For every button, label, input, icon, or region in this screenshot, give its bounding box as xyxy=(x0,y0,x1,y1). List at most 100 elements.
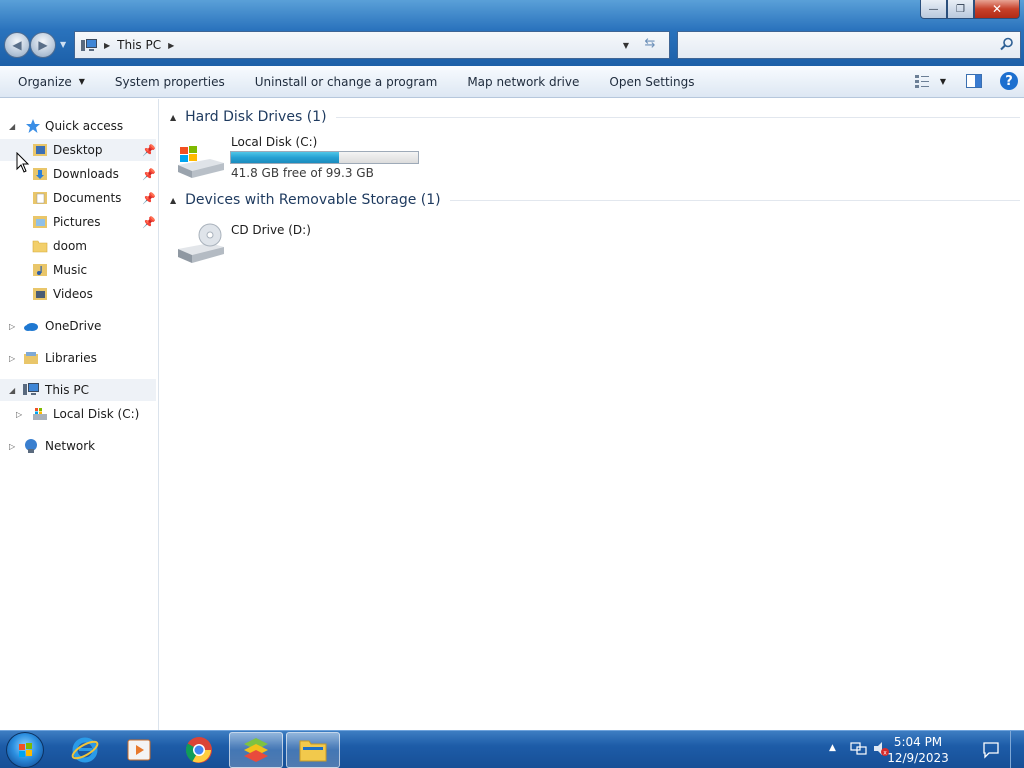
nav-label: Documents xyxy=(53,191,122,205)
uninstall-program-button[interactable]: Uninstall or change a program xyxy=(240,75,453,89)
divider xyxy=(449,199,1020,201)
start-button[interactable] xyxy=(6,732,44,768)
organize-menu-button[interactable]: Organize ▼ xyxy=(0,75,100,89)
view-controls: ▼ ? xyxy=(914,72,1018,90)
recent-locations-dropdown[interactable]: ▼ xyxy=(60,40,66,49)
divider xyxy=(335,116,1020,118)
nav-item-videos[interactable]: Videos xyxy=(0,283,156,305)
expand-arrow-icon[interactable]: ▷ xyxy=(9,354,15,363)
search-icon[interactable] xyxy=(1000,37,1014,51)
close-button[interactable]: ✕ xyxy=(974,0,1020,19)
collapse-group-icon[interactable]: ▲ xyxy=(170,196,176,205)
taskbar: ▲ x 5:04 PM 12/9/2023 xyxy=(0,730,1024,768)
network-icon xyxy=(25,439,37,453)
nav-item-quick-access[interactable]: ◢ Quick access xyxy=(0,115,156,137)
group-title: Hard Disk Drives (1) xyxy=(185,109,327,125)
music-folder-icon xyxy=(33,264,47,276)
nav-label: Music xyxy=(53,263,88,277)
pin-icon[interactable]: 📌 xyxy=(142,144,156,157)
nav-item-network[interactable]: ▷ Network xyxy=(0,435,156,457)
nav-label: Downloads xyxy=(53,167,119,181)
taskbar-file-explorer[interactable] xyxy=(286,732,340,768)
cloud-icon xyxy=(24,323,38,331)
drive-name: CD Drive (D:) xyxy=(231,223,311,237)
address-bar[interactable]: ▶ This PC ▶ ▼ ⇆ xyxy=(74,31,670,59)
nav-label: Desktop xyxy=(53,143,103,157)
bluestacks-icon xyxy=(244,738,268,762)
computer-icon xyxy=(81,38,97,51)
taskbar-internet-explorer[interactable] xyxy=(58,732,112,768)
taskbar-bluestacks[interactable] xyxy=(229,732,283,768)
help-icon[interactable]: ? xyxy=(1000,72,1018,90)
nav-label: doom xyxy=(53,239,87,253)
collapse-group-icon[interactable]: ▲ xyxy=(170,113,176,122)
expand-arrow-icon[interactable]: ▷ xyxy=(16,410,22,419)
show-hidden-icons-icon[interactable]: ▲ xyxy=(829,743,836,753)
nav-label: Local Disk (C:) xyxy=(53,407,140,421)
forward-button[interactable]: ▶ xyxy=(30,32,56,58)
nav-item-this-pc[interactable]: ◢ This PC xyxy=(0,379,156,401)
group-header-removable-storage[interactable]: ▲ Devices with Removable Storage (1) xyxy=(170,190,1020,210)
nav-item-onedrive[interactable]: ▷ OneDrive xyxy=(0,315,156,337)
taskbar-chrome[interactable] xyxy=(172,732,226,768)
windows-logo-icon xyxy=(19,743,32,757)
nav-label: Videos xyxy=(53,287,93,301)
nav-item-music[interactable]: Music xyxy=(0,259,156,281)
window-titlebar[interactable]: — ❐ ✕ ◀ ▶ ▼ ▶ This PC ▶ ▼ ⇆ xyxy=(0,0,1024,66)
clock-date[interactable]: 12/9/2023 xyxy=(882,751,954,765)
organize-label: Organize xyxy=(18,74,72,89)
drive-item-cd-drive-d[interactable]: CD Drive (D:) xyxy=(176,223,376,267)
nav-item-documents[interactable]: Documents 📌 xyxy=(0,187,156,209)
address-dropdown-icon[interactable]: ▼ xyxy=(623,41,629,50)
nav-label: Quick access xyxy=(45,119,124,133)
window-controls: — ❐ ✕ xyxy=(920,0,1020,20)
pin-icon[interactable]: 📌 xyxy=(142,168,156,181)
star-icon xyxy=(26,119,40,133)
breadcrumb-chevron-icon[interactable]: ▶ xyxy=(168,41,174,50)
refresh-icon[interactable]: ⇆ xyxy=(637,36,663,54)
drive-item-local-disk-c[interactable]: Local Disk (C:) 41.8 GB free of 99.3 GB xyxy=(176,135,436,181)
system-properties-button[interactable]: System properties xyxy=(100,75,240,89)
pin-icon[interactable]: 📌 xyxy=(142,192,156,205)
collapse-arrow-icon[interactable]: ◢ xyxy=(9,122,15,131)
open-settings-button[interactable]: Open Settings xyxy=(594,75,709,89)
nav-item-libraries[interactable]: ▷ Libraries xyxy=(0,347,156,369)
expand-arrow-icon[interactable]: ▷ xyxy=(9,322,15,331)
expand-arrow-icon[interactable]: ▷ xyxy=(9,442,15,451)
nav-item-doom[interactable]: doom xyxy=(0,235,156,257)
nav-label: Pictures xyxy=(53,215,101,229)
computer-icon xyxy=(23,383,39,395)
nav-item-local-disk[interactable]: ▷ Local Disk (C:) xyxy=(0,403,156,425)
view-options-chevron-icon[interactable]: ▼ xyxy=(940,77,946,86)
arrow-right-icon: ▶ xyxy=(38,38,48,52)
chrome-icon xyxy=(185,737,212,763)
breadcrumb-chevron-icon[interactable]: ▶ xyxy=(104,41,110,50)
hard-drive-icon xyxy=(33,408,47,420)
network-status-icon[interactable] xyxy=(850,741,868,757)
minimize-button[interactable]: — xyxy=(920,0,947,19)
breadcrumb-this-pc[interactable]: This PC xyxy=(117,38,161,52)
downloads-folder-icon xyxy=(33,168,47,180)
maximize-button[interactable]: ❐ xyxy=(947,0,974,19)
map-network-drive-button[interactable]: Map network drive xyxy=(452,75,594,89)
search-input[interactable] xyxy=(677,31,1021,59)
drive-usage-fill xyxy=(231,152,340,163)
videos-folder-icon xyxy=(33,288,47,300)
hard-drive-icon xyxy=(178,146,224,178)
back-button[interactable]: ◀ xyxy=(4,32,30,58)
clock-time[interactable]: 5:04 PM xyxy=(888,735,948,749)
media-player-icon xyxy=(127,739,151,761)
documents-folder-icon xyxy=(33,192,47,204)
collapse-arrow-icon[interactable]: ◢ xyxy=(9,386,15,395)
preview-pane-icon[interactable] xyxy=(966,74,982,88)
taskbar-media-player[interactable] xyxy=(112,732,166,768)
action-center-icon[interactable] xyxy=(982,741,1000,759)
pictures-folder-icon xyxy=(33,216,47,228)
change-view-icon[interactable] xyxy=(914,73,930,89)
group-header-hard-disk-drives[interactable]: ▲ Hard Disk Drives (1) xyxy=(170,107,1020,127)
pin-icon[interactable]: 📌 xyxy=(142,216,156,229)
desktop-folder-icon xyxy=(33,144,47,156)
folder-icon xyxy=(32,240,48,253)
nav-item-pictures[interactable]: Pictures 📌 xyxy=(0,211,156,233)
show-desktop-button[interactable] xyxy=(1010,731,1024,768)
